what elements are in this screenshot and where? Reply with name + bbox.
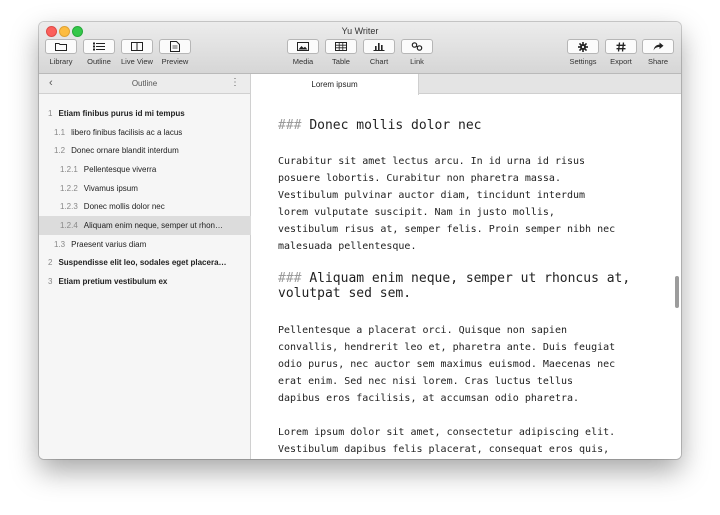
share-button[interactable]: Share: [641, 39, 675, 66]
outline-item-label: Suspendisse elit leo, sodales eget place…: [58, 258, 227, 268]
outline-item-number: 1.2.2: [60, 183, 78, 193]
heading-line: ### Aliquam enim neque, semper ut rhoncu…: [278, 271, 663, 301]
settings-label: Settings: [569, 57, 597, 66]
media-button[interactable]: Media: [286, 39, 320, 66]
library-button[interactable]: Library: [44, 39, 78, 66]
paragraph: Pellentesque a placerat orci. Quisque no…: [278, 325, 616, 404]
tab-lorem-ipsum[interactable]: Lorem ipsum: [251, 74, 419, 95]
outline-label: Outline: [87, 57, 111, 66]
editor-content[interactable]: ### Donec mollis dolor nec Curabitur sit…: [278, 118, 663, 458]
outline-item-label: Praesent varius diam: [71, 239, 147, 249]
outline-item[interactable]: 3 Etiam pretium vestibulum ex: [39, 272, 251, 291]
table-button[interactable]: Table: [324, 39, 358, 66]
table-label: Table: [332, 57, 350, 66]
heading-marker: ###: [278, 271, 302, 286]
sidebar-title: Outline: [131, 79, 158, 88]
outline-item-selected[interactable]: 1.2.4 Aliquam enim neque, semper ut rhon…: [39, 216, 251, 235]
link-label: Link: [410, 57, 424, 66]
link-icon: [411, 42, 423, 51]
outline-item[interactable]: 2 Suspendisse elit leo, sodales eget plac…: [39, 254, 251, 273]
outline-item[interactable]: 1.1 libero finibus facilisis ac a lacus: [39, 123, 251, 142]
outline-item-label: Donec ornare blandit interdum: [71, 146, 179, 156]
preview-button[interactable]: Preview: [158, 39, 192, 66]
settings-button[interactable]: Settings: [566, 39, 600, 66]
outline-item-label: libero finibus facilisis ac a lacus: [71, 127, 183, 137]
bar-chart-icon: [373, 43, 385, 51]
outline-button[interactable]: Outline: [82, 39, 116, 66]
outline-item-number: 1.3: [54, 239, 66, 249]
outline-item-number: 1.2: [54, 146, 66, 156]
heading-text: Aliquam enim neque, semper ut rhoncus at…: [278, 271, 631, 301]
list-icon: [93, 42, 105, 51]
heading-marker: ###: [278, 118, 302, 133]
outline-item-number: 1.2.1: [60, 164, 78, 174]
app-window: Yu Writer Library Outline Live View Prev…: [39, 22, 681, 459]
outline-item-label: Pellentesque viverra: [83, 164, 157, 174]
outline-item-label: Etiam finibus purus id mi tempus: [58, 108, 185, 118]
heading-text: Donec mollis dolor nec: [309, 118, 482, 133]
live-view-label: Live View: [121, 57, 153, 66]
window-title: Yu Writer: [341, 26, 379, 36]
sidebar-header: ‹ Outline ⋮: [39, 74, 250, 94]
outline-item[interactable]: 1.3 Praesent varius diam: [39, 235, 251, 254]
heading-line: ### Donec mollis dolor nec: [278, 118, 663, 133]
outline-item[interactable]: 1.2.1 Pellentesque viverra: [39, 160, 251, 179]
share-arrow-icon: [653, 42, 663, 51]
library-label: Library: [49, 57, 73, 66]
outline-item[interactable]: 1.2.2 Vivamus ipsum: [39, 179, 251, 198]
export-button[interactable]: Export: [604, 39, 638, 66]
outline-item-number: 1.2.3: [60, 202, 78, 212]
folder-icon: [55, 43, 67, 51]
gear-icon: [578, 41, 588, 52]
image-icon: [297, 42, 309, 51]
outline-item-number: 3: [48, 277, 53, 287]
editor-pane[interactable]: Lorem ipsum ### Donec mollis dolor nec C…: [251, 74, 681, 459]
tab-bar: Lorem ipsum: [251, 74, 681, 95]
chart-button[interactable]: Chart: [362, 39, 396, 66]
preview-label: Preview: [161, 57, 189, 66]
live-view-button[interactable]: Live View: [120, 39, 154, 66]
document-icon: [170, 41, 180, 52]
chart-label: Chart: [369, 57, 389, 66]
outline-item-number: 1: [48, 108, 53, 118]
outline-sidebar: ‹ Outline ⋮ 1 Etiam finibus purus id mi t…: [39, 74, 251, 459]
outline-item-label: Etiam pretium vestibulum ex: [58, 277, 168, 287]
outline-item-label: Donec mollis dolor nec: [83, 202, 165, 212]
paragraph: Curabitur sit amet lectus arcu. In id ur…: [278, 156, 616, 252]
outline-item-number: 1.2.4: [60, 220, 78, 230]
titlebar: Yu Writer Library Outline Live View Prev…: [39, 22, 681, 74]
table-icon: [335, 42, 347, 51]
export-label: Export: [610, 57, 632, 66]
outline-item[interactable]: 1.2 Donec ornare blandit interdum: [39, 141, 251, 160]
outline-item-label: Vivamus ipsum: [83, 183, 138, 193]
hash-icon: [616, 41, 626, 52]
split-view-icon: [131, 42, 143, 51]
share-label: Share: [647, 57, 668, 66]
outline-item-label: Aliquam enim neque, semper ut rhon…: [83, 220, 223, 230]
outline-item-number: 2: [48, 258, 53, 268]
scrollbar-thumb[interactable]: [675, 276, 679, 308]
more-options-icon[interactable]: ⋮: [230, 77, 240, 88]
outline-list: 1 Etiam finibus purus id mi tempus 1.1 lib…: [39, 104, 251, 291]
media-label: Media: [292, 57, 314, 66]
outline-item[interactable]: 1 Etiam finibus purus id mi tempus: [39, 104, 251, 123]
outline-item-number: 1.1: [54, 127, 66, 137]
link-button[interactable]: Link: [400, 39, 434, 66]
outline-item[interactable]: 1.2.3 Donec mollis dolor nec: [39, 197, 251, 216]
paragraph: Lorem ipsum dolor sit amet, consectetur …: [278, 427, 616, 455]
